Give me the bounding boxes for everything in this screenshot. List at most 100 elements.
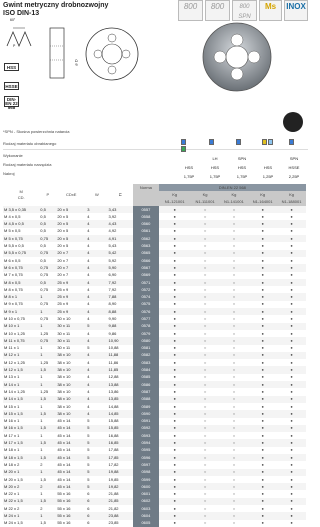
w-value: 4 xyxy=(86,278,108,287)
code-number: 0571 xyxy=(133,278,159,287)
availability-mark: ● xyxy=(261,491,264,497)
availability-mark: ○ xyxy=(203,476,207,482)
label-naroj: Nakroj xyxy=(3,171,15,176)
availability-mark: ○ xyxy=(190,220,220,228)
code-2: N1-111001 xyxy=(190,198,220,206)
availability-mark: ● xyxy=(173,476,176,482)
code-number: 0605 xyxy=(133,519,159,527)
availability-mark: ● xyxy=(158,497,191,506)
din-head: DIN-EN 22 568 xyxy=(158,184,306,192)
availability-mark: ● xyxy=(248,381,278,389)
dimensions: 38 x 10 xyxy=(56,381,87,389)
availability-mark: ● xyxy=(261,505,264,511)
availability-mark: ● xyxy=(158,453,191,462)
nak-5: 2,25P xyxy=(288,174,300,179)
pitch: 1,5 xyxy=(39,366,57,374)
drill-value: 3,43 xyxy=(107,205,134,214)
pitch-label: P xyxy=(13,44,16,48)
drill-value: 17,82 xyxy=(108,461,119,467)
w-value: 4 xyxy=(87,213,90,219)
thread-size: M 10 x 1 xyxy=(3,322,40,330)
drill-value: 17,85 xyxy=(107,453,134,462)
dimensions: 30 x 11 xyxy=(57,345,71,351)
code-number: 0574 xyxy=(133,293,159,301)
drill-value: 21,82 xyxy=(108,505,119,511)
availability-mark: ● xyxy=(261,432,264,438)
w-value: 5 xyxy=(86,453,108,462)
availability-mark: ● xyxy=(158,308,191,316)
availability-mark: ● xyxy=(248,483,278,491)
availability-mark: ○ xyxy=(203,359,207,365)
dimensions: 30 x 11 xyxy=(57,330,71,336)
w-value: 4 xyxy=(86,381,108,389)
code-number: 0585 xyxy=(133,373,159,382)
table-row: M 10 x 0,75 0,75 30 x 10 4 9,90 0577 ● ○ ○ ● ● xyxy=(3,315,306,323)
w-value: 4 xyxy=(87,330,90,336)
drill-value: 9,86 xyxy=(108,330,117,336)
pitch: 1 xyxy=(39,468,57,476)
dimensions: 30 x 11 xyxy=(56,322,87,330)
availability-mark: ○ xyxy=(203,461,207,467)
table-row: M 12 x 1 1 38 x 10 4 11,88 0582 ● ○ ○ ● ● xyxy=(3,351,306,360)
availability-mark: ● xyxy=(277,395,306,403)
w-value: 4 xyxy=(87,315,90,321)
availability-mark: ○ xyxy=(203,286,207,292)
dimensions: 30 x 10 xyxy=(57,315,71,321)
availability-mark: ○ xyxy=(232,257,236,263)
w-value: 5 xyxy=(87,476,90,482)
code-number: 0604 xyxy=(133,512,159,520)
availability-mark: ○ xyxy=(219,468,249,476)
table-row: M 5,5 x 0,75 0,75 20 x 7 4 5,42 0565 ● ○ ○ ● ● xyxy=(3,249,306,257)
thread-size: M 8 x 0,5 xyxy=(3,278,40,287)
dimensions: 45 x 14 xyxy=(57,432,71,438)
dimensions: 55 x 16 xyxy=(57,520,71,526)
drill-value: 5,92 xyxy=(108,257,117,263)
page-title: Gwint metryczny drobnozwojny xyxy=(3,2,109,9)
dimensions: 25 x 9 xyxy=(56,293,87,301)
drill-value: 19,88 xyxy=(107,468,134,476)
diameter-label: ⌀ D xyxy=(73,59,79,66)
availability-mark: ● xyxy=(158,337,191,345)
availability-mark: ● xyxy=(173,213,176,219)
availability-mark: ○ xyxy=(203,520,207,526)
availability-mark: ○ xyxy=(219,249,249,257)
pitch: 0,5 xyxy=(39,220,57,228)
dimensions: 30 x 11 xyxy=(56,337,87,345)
code-number: 0565 xyxy=(133,249,159,257)
code-number: 0557 xyxy=(133,205,159,214)
kg-4: Kg xyxy=(248,191,278,199)
thread-size: M 4 x 0,5 xyxy=(4,213,21,219)
w-value: 4 xyxy=(86,410,108,418)
availability-mark: ○ xyxy=(219,512,249,520)
table-body: M 3,5 x 0,35 0,5 20 x 5 3 3,43 0557 ● ○ ○ ● ● M 4 x… xyxy=(3,205,306,527)
dimensions: 38 x 10 xyxy=(57,403,71,409)
dimensions: 38 x 10 xyxy=(56,351,87,360)
code-number: 0579 xyxy=(133,329,159,338)
drill-value: 13,86 xyxy=(108,388,119,394)
code-number: 0562 xyxy=(133,235,159,243)
table-row: M 15 x 1 1 38 x 10 4 14,88 0589 ● ○ ○ ● ● xyxy=(3,402,306,411)
code-number: 0576 xyxy=(133,308,159,316)
col-cde: CDxE xyxy=(66,191,77,197)
code-number: 0581 xyxy=(133,344,159,352)
thread-size: M 12 x 1 xyxy=(3,351,40,360)
drill-value: 23,85 xyxy=(108,520,119,526)
availability-mark: ● xyxy=(248,278,278,287)
availability-mark: ● xyxy=(290,257,293,263)
availability-mark: ○ xyxy=(232,272,236,278)
availability-mark: ● xyxy=(173,359,176,365)
availability-mark: ○ xyxy=(190,322,220,330)
availability-mark: ○ xyxy=(219,322,249,330)
kg-2: Kg xyxy=(190,191,220,199)
die-front-view xyxy=(85,27,139,81)
thread-size: M 15 x 1,5 xyxy=(3,410,40,418)
thread-size: M 20 x 2 xyxy=(3,483,40,491)
table-row: M 22 x 1 1 55 x 16 6 21,88 0601 ● ○ ○ ● ● xyxy=(3,490,306,498)
availability-mark: ○ xyxy=(190,278,220,287)
w-value: 4 xyxy=(86,366,108,374)
availability-mark: ○ xyxy=(190,497,220,506)
thread-size: M 22 x 1 xyxy=(4,491,20,497)
pitch: 0,75 xyxy=(40,301,49,307)
table-row: M 12 x 1,25 1,25 38 x 10 4 11,86 0583 ● ○ ○ ● ● xyxy=(3,359,306,367)
thread-size: M 7 x 0,75 xyxy=(4,272,23,278)
